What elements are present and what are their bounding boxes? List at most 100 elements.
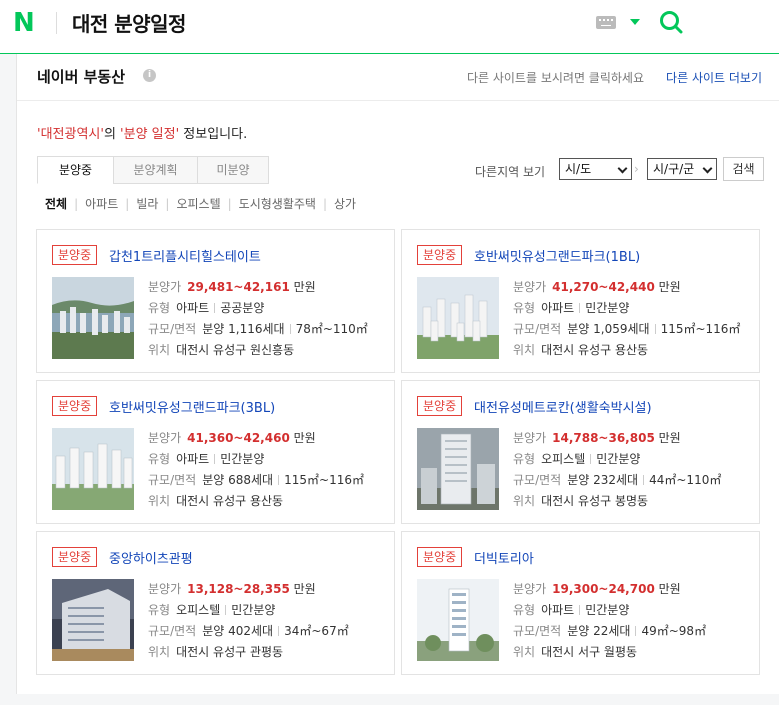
scale-label: 규모/면적 bbox=[513, 624, 562, 638]
price-label: 분양가 bbox=[148, 280, 182, 294]
price-label: 분양가 bbox=[513, 280, 547, 294]
listing-title[interactable]: 호반써밋유성그랜드파크(1BL) bbox=[474, 246, 640, 265]
price-value: 19,300~24,700 bbox=[552, 582, 655, 596]
listing-thumbnail[interactable] bbox=[417, 428, 499, 510]
location-value: 대전시 유성구 관평동 bbox=[176, 645, 284, 659]
scale-label: 규모/면적 bbox=[148, 624, 197, 638]
search-icon[interactable] bbox=[659, 10, 683, 34]
search-query[interactable]: 대전 분양일정 bbox=[72, 8, 186, 37]
scale-row: 규모/면적 분양 402세대 34㎡~67㎡ bbox=[148, 621, 388, 642]
chevron-down-icon[interactable] bbox=[630, 19, 640, 25]
price-label: 분양가 bbox=[148, 582, 182, 596]
listing-card[interactable]: 분양중 더빅토리아 분양가 19,300~24,700 만원 유형 아파트 민간분양 … bbox=[401, 531, 760, 675]
listing-title[interactable]: 대전유성메트로칸(생활숙박시설) bbox=[474, 397, 652, 416]
filter-commercial[interactable]: 상가 bbox=[334, 195, 356, 212]
listing-thumbnail[interactable] bbox=[52, 579, 134, 661]
scale-row: 규모/면적 분양 688세대 115㎡~116㎡ bbox=[148, 470, 388, 491]
listing-title[interactable]: 중앙하이츠관평 bbox=[109, 548, 193, 567]
top-bar: N 대전 분양일정 bbox=[0, 0, 779, 54]
listing-title[interactable]: 더빅토리아 bbox=[474, 548, 534, 567]
search-button[interactable]: 검색 bbox=[723, 157, 764, 181]
divider bbox=[214, 303, 216, 313]
sido-select[interactable]: 시/도 bbox=[559, 158, 632, 180]
intro-tail: 정보입니다. bbox=[179, 127, 248, 142]
type-value: 아파트 bbox=[176, 452, 210, 466]
type-value: 아파트 bbox=[176, 301, 210, 315]
chevron-down-icon bbox=[617, 163, 628, 174]
filter-urban-housing[interactable]: 도시형생활주택 bbox=[239, 195, 316, 212]
location-label: 위치 bbox=[148, 343, 171, 357]
filter-officetel[interactable]: 오피스텔 bbox=[176, 195, 220, 212]
location-value: 대전시 유성구 봉명동 bbox=[541, 494, 649, 508]
location-row: 위치 대전시 유성구 관평동 bbox=[148, 642, 388, 663]
listing-details: 분양가 14,788~36,805 만원 유형 오피스텔 민간분양 규모/면적 분양 2… bbox=[513, 428, 753, 512]
location-label: 위치 bbox=[513, 494, 536, 508]
area-value: 44㎡~110㎡ bbox=[649, 473, 722, 487]
tab-planned[interactable]: 분양계획 bbox=[113, 156, 198, 184]
listing-card[interactable]: 분양중 호반써밋유성그랜드파크(3BL) 분양가 41,360~42,460 만원… bbox=[36, 380, 395, 524]
type-row: 유형 아파트 민간분양 bbox=[513, 600, 753, 621]
type-value: 아파트 bbox=[541, 301, 575, 315]
location-row: 위치 대전시 유성구 원신흥동 bbox=[148, 340, 388, 361]
listing-card[interactable]: 분양중 중앙하이츠관평 분양가 13,128~28,355 만원 유형 오피스텔 민간… bbox=[36, 531, 395, 675]
area-value: 34㎡~67㎡ bbox=[284, 624, 349, 638]
type-label: 유형 bbox=[148, 301, 171, 315]
gugun-value: 시/구/군 bbox=[653, 162, 695, 176]
price-value: 41,270~42,440 bbox=[552, 280, 655, 294]
divider: | bbox=[322, 197, 327, 211]
price-unit: 만원 bbox=[658, 431, 681, 445]
panel-header: 네이버 부동산 i 다른 사이트를 보시려면 클릭하세요 다른 사이트 더보기 bbox=[17, 54, 779, 101]
filter-apartment[interactable]: 아파트 bbox=[85, 195, 118, 212]
price-unit: 만원 bbox=[658, 280, 681, 294]
price-unit: 만원 bbox=[293, 280, 316, 294]
price-unit: 만원 bbox=[658, 582, 681, 596]
units-value: 분양 232세대 bbox=[567, 473, 639, 487]
location-value: 대전시 유성구 용산동 bbox=[541, 343, 649, 357]
status-badge: 분양중 bbox=[417, 547, 463, 567]
units-value: 분양 402세대 bbox=[202, 624, 274, 638]
listing-details: 분양가 13,128~28,355 만원 유형 오피스텔 민간분양 규모/면적 분양 4… bbox=[148, 579, 388, 663]
scale-row: 규모/면적 분양 22세대 49㎡~98㎡ bbox=[513, 621, 753, 642]
listing-thumbnail[interactable] bbox=[417, 579, 499, 661]
price-unit: 만원 bbox=[293, 431, 316, 445]
listing-details: 분양가 41,270~42,440 만원 유형 아파트 민간분양 규모/면적 분양 1,… bbox=[513, 277, 753, 361]
listing-card[interactable]: 분양중 대전유성메트로칸(생활숙박시설) 분양가 14,788~36,805 만원… bbox=[401, 380, 760, 524]
divider bbox=[590, 454, 592, 464]
status-badge: 분양중 bbox=[52, 396, 98, 416]
listing-thumbnail[interactable] bbox=[52, 277, 134, 359]
listing-details: 분양가 41,360~42,460 만원 유형 아파트 민간분양 규모/면적 분양 68… bbox=[148, 428, 388, 512]
divider bbox=[56, 12, 57, 34]
intro-type: '분양 일정' bbox=[120, 127, 180, 142]
divider bbox=[579, 303, 581, 313]
more-sites-link[interactable]: 다른 사이트 더보기 bbox=[666, 69, 762, 86]
listing-thumbnail[interactable] bbox=[417, 277, 499, 359]
listing-details: 분양가 29,481~42,161 만원 유형 아파트 공공분양 규모/면적 분양 1,… bbox=[148, 277, 388, 361]
listing-thumbnail[interactable] bbox=[52, 428, 134, 510]
tab-unsold[interactable]: 미분양 bbox=[197, 156, 269, 184]
naver-logo[interactable]: N bbox=[13, 10, 37, 36]
location-row: 위치 대전시 유성구 용산동 bbox=[148, 491, 388, 512]
info-icon[interactable]: i bbox=[143, 69, 156, 82]
listing-card[interactable]: 분양중 갑천1트리플시티힐스테이트 분양가 29,481~42,161 만원 유형… bbox=[36, 229, 395, 373]
filter-villa[interactable]: 빌라 bbox=[136, 195, 158, 212]
divider bbox=[278, 626, 280, 636]
location-label: 위치 bbox=[148, 494, 171, 508]
location-row: 위치 대전시 유성구 용산동 bbox=[513, 340, 753, 361]
keyboard-icon[interactable] bbox=[596, 16, 616, 29]
listing-details: 분양가 19,300~24,700 만원 유형 아파트 민간분양 규모/면적 분양 22… bbox=[513, 579, 753, 663]
listing-card[interactable]: 분양중 호반써밋유성그랜드파크(1BL) 분양가 41,270~42,440 만원… bbox=[401, 229, 760, 373]
units-value: 분양 1,059세대 bbox=[567, 322, 650, 336]
divider: | bbox=[165, 197, 170, 211]
scale-row: 규모/면적 분양 1,059세대 115㎡~116㎡ bbox=[513, 319, 753, 340]
listing-title[interactable]: 갑천1트리플시티힐스테이트 bbox=[109, 246, 261, 265]
supply-type: 민간분양 bbox=[585, 603, 630, 617]
gugun-select[interactable]: 시/구/군 bbox=[647, 158, 717, 180]
listing-title[interactable]: 호반써밋유성그랜드파크(3BL) bbox=[109, 397, 275, 416]
type-row: 유형 아파트 공공분양 bbox=[148, 298, 388, 319]
price-label: 분양가 bbox=[513, 582, 547, 596]
tab-selling[interactable]: 분양중 bbox=[37, 156, 114, 184]
scale-label: 규모/면적 bbox=[513, 473, 562, 487]
filter-all[interactable]: 전체 bbox=[45, 195, 67, 212]
divider: | bbox=[227, 197, 232, 211]
panel-title[interactable]: 네이버 부동산 bbox=[37, 66, 125, 87]
